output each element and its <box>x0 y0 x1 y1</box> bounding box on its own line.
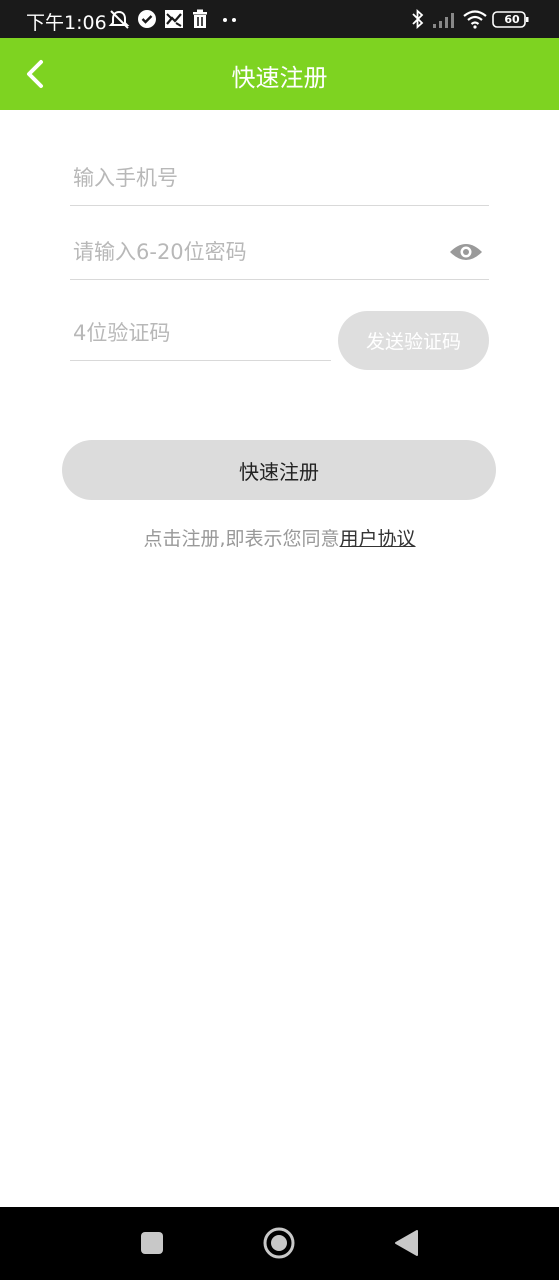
more-dots-icon <box>223 18 236 22</box>
signal-icon <box>433 13 454 28</box>
battery-level: 60 <box>504 13 520 26</box>
recent-apps-button[interactable] <box>112 1207 192 1280</box>
phone-field <box>70 150 489 206</box>
agreement-prefix: 点击注册,即表示您同意 <box>143 528 340 550</box>
home-button[interactable] <box>240 1207 320 1280</box>
password-field <box>70 224 489 280</box>
muted-alarm-icon <box>108 10 130 29</box>
verification-code-field <box>70 306 331 361</box>
trash-icon <box>193 9 207 28</box>
user-agreement-link[interactable]: 用户协议 <box>340 528 416 550</box>
circle-home-icon <box>263 1227 295 1259</box>
photo-icon <box>165 10 183 28</box>
header: 快速注册 <box>0 38 559 110</box>
verification-code-input[interactable] <box>70 306 331 360</box>
agreement-text: 点击注册,即表示您同意用户协议 <box>0 524 559 551</box>
status-bar: 下午1:06 60 <box>0 0 559 38</box>
phone-input[interactable] <box>70 150 489 205</box>
status-time: 下午1:06 <box>26 12 107 34</box>
square-recent-icon <box>141 1232 163 1254</box>
bluetooth-icon <box>412 9 424 29</box>
wifi-icon <box>463 10 487 29</box>
triangle-back-icon <box>395 1230 418 1256</box>
eye-icon[interactable] <box>449 240 483 264</box>
back-nav-button[interactable] <box>366 1207 446 1280</box>
send-code-button[interactable]: 发送验证码 <box>338 311 489 370</box>
page-title: 快速注册 <box>231 64 328 92</box>
check-circle-icon <box>138 10 156 28</box>
system-nav-bar <box>0 1207 559 1280</box>
register-button[interactable]: 快速注册 <box>62 440 496 500</box>
password-input[interactable] <box>70 224 430 279</box>
